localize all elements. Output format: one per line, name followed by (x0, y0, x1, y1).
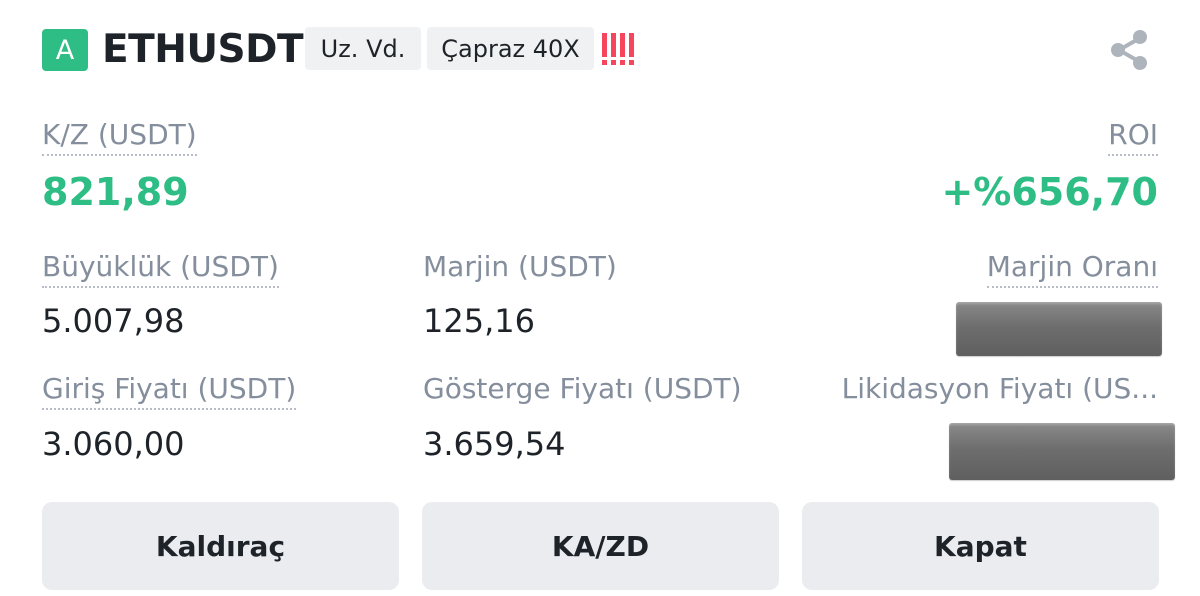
symbol-title[interactable]: ETHUSDT (102, 26, 304, 74)
entry-price-value: 3.060,00 (42, 425, 185, 463)
position-mode-badge: A (42, 29, 88, 71)
share-icon[interactable] (1107, 27, 1153, 73)
tpsl-button[interactable]: KA/ZD (422, 502, 779, 590)
pnl-value: 821,89 (42, 170, 189, 214)
margin-label: Marjin (USDT) (423, 250, 617, 283)
margin-value: 125,16 (423, 302, 535, 340)
margin-ratio-redacted (956, 302, 1162, 356)
close-position-button[interactable]: Kapat (802, 502, 1159, 590)
roi-value: +%656,70 (941, 170, 1158, 214)
size-label[interactable]: Büyüklük (USDT) (42, 249, 279, 288)
risk-bars-icon (602, 33, 634, 65)
leverage-button[interactable]: Kaldıraç (42, 502, 399, 590)
liq-price-label: Likidasyon Fiyatı (US... (841, 372, 1158, 405)
mark-price-label: Gösterge Fiyatı (USDT) (423, 372, 742, 405)
contract-type-tag: Uz. Vd. (305, 27, 421, 70)
margin-ratio-label[interactable]: Marjin Oranı (986, 249, 1158, 288)
entry-price-label[interactable]: Giriş Fiyatı (USDT) (42, 371, 297, 410)
mark-price-value: 3.659,54 (423, 425, 566, 463)
roi-label[interactable]: ROI (1108, 117, 1158, 156)
margin-mode-tag[interactable]: Çapraz 40X (427, 27, 594, 70)
pnl-label[interactable]: K/Z (USDT) (42, 117, 197, 156)
size-value: 5.007,98 (42, 302, 185, 340)
liq-price-redacted (949, 423, 1175, 480)
